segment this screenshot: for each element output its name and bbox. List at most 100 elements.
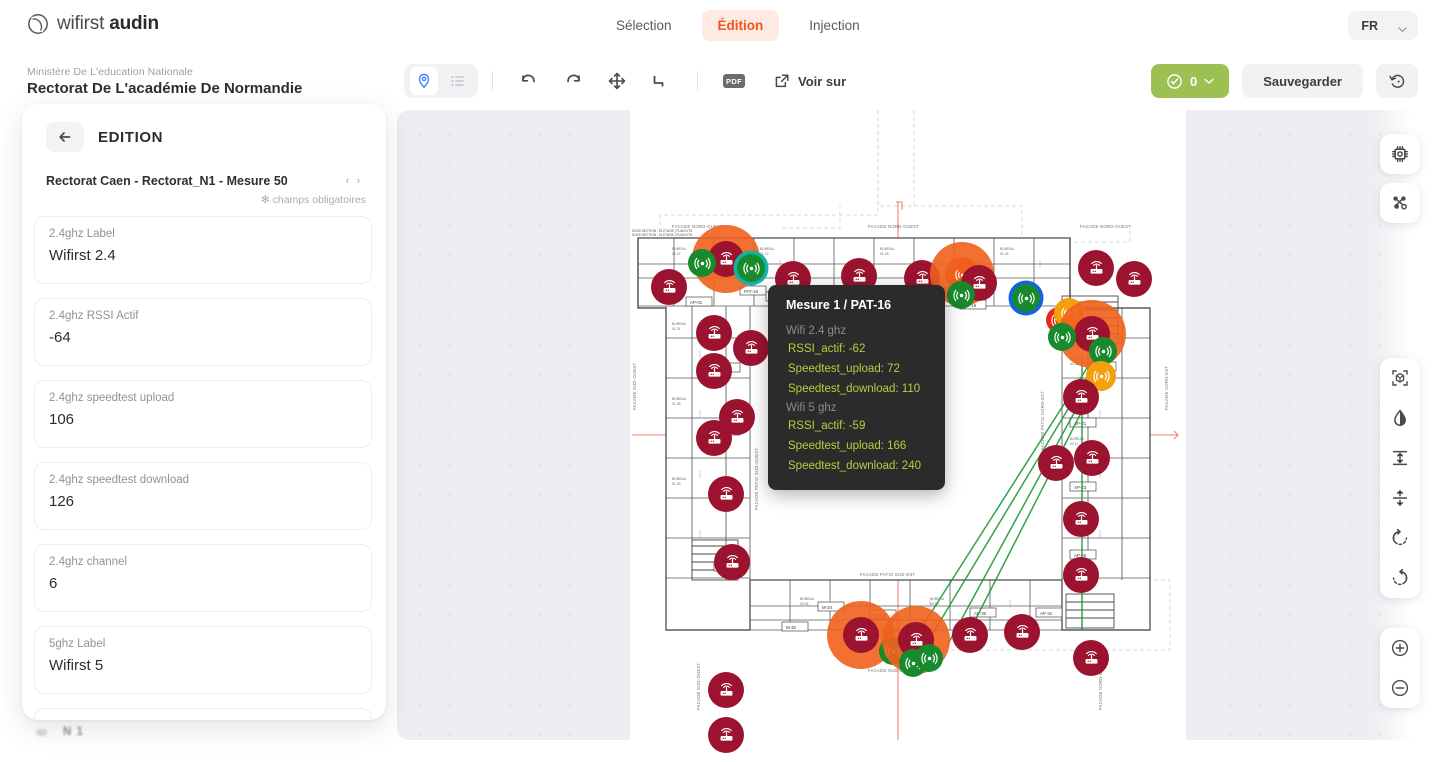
svg-text:BUREAU: BUREAU	[800, 597, 815, 601]
map-marker[interactable]	[708, 476, 744, 512]
map-marker[interactable]	[688, 249, 716, 277]
export-pdf-button[interactable]: PDF	[719, 66, 749, 96]
cpu-chip-icon	[1392, 146, 1408, 162]
list-view-button[interactable]	[444, 67, 472, 95]
map-marker[interactable]	[843, 617, 879, 653]
move-button[interactable]	[602, 66, 632, 96]
tooltip-title: Mesure 1 / PAT-16	[786, 298, 892, 312]
map-marker[interactable]	[1073, 640, 1109, 676]
form-field[interactable]: 2.4ghz RSSI Actif -64	[34, 298, 372, 366]
map-marker[interactable]	[947, 281, 975, 309]
field-value[interactable]: 6	[49, 575, 357, 592]
field-label: 2.4ghz channel	[49, 556, 128, 568]
polyline-icon	[653, 75, 664, 87]
form-field[interactable]: 2.4ghz speedtest download 126	[34, 462, 372, 530]
form-field[interactable]: 5ghz Label Wifirst 5	[34, 626, 372, 694]
field-value[interactable]: 126	[49, 493, 357, 510]
map-marker[interactable]	[696, 420, 732, 456]
brand-text: wifirst audin	[57, 13, 159, 35]
contrast-button[interactable]	[1380, 398, 1420, 438]
check-circle-icon	[1167, 73, 1182, 89]
map-marker[interactable]	[1012, 284, 1040, 312]
field-value[interactable]: -64	[49, 329, 357, 346]
map-marker[interactable]	[651, 269, 687, 305]
undo-button[interactable]	[514, 66, 544, 96]
facade-label: FACADE NORD-EST	[1164, 366, 1169, 410]
tooltip-row-5-rssi: RSSI_actif: -59	[788, 420, 866, 432]
save-button[interactable]: Sauvegarder	[1242, 64, 1363, 98]
nav-item-selection[interactable]: Sélection	[600, 10, 688, 41]
back-button[interactable]	[46, 122, 84, 152]
form-field[interactable]: 5ghz RSSI actif	[34, 708, 372, 720]
form-field[interactable]: 2.4ghz channel 6	[34, 544, 372, 612]
svg-text:BUREAU: BUREAU	[672, 397, 687, 401]
language-selector[interactable]: FR	[1348, 11, 1418, 40]
map-marker[interactable]	[1038, 445, 1074, 481]
toolbar-divider-1	[492, 71, 493, 91]
map-marker[interactable]	[1063, 501, 1099, 537]
field-list: 2.4ghz Label Wifirst 2.4 2.4ghz RSSI Actif…	[22, 216, 386, 720]
rotate-cw-button[interactable]	[1380, 518, 1420, 558]
facade-label: FACADE SUD-OUEST	[696, 662, 701, 710]
map-marker[interactable]	[1074, 440, 1110, 476]
network-graph-button[interactable]	[1380, 183, 1420, 223]
panel-subtitle-row: Rectorat Caen - Rectorat_N1 - Mesure 50 …	[46, 174, 362, 188]
map-marker[interactable]	[708, 717, 744, 753]
zoom-controls	[1380, 628, 1420, 708]
tooltip-row-24-rssi: RSSI_actif: -62	[788, 343, 866, 355]
field-value[interactable]: Wifirst 2.4	[49, 247, 357, 264]
facade-label: FACADE NORD-OUEST	[1080, 224, 1131, 229]
chevron-down-icon	[1398, 21, 1407, 33]
record-pager[interactable]: ‹ ›	[346, 175, 362, 187]
map-marker[interactable]	[1063, 557, 1099, 593]
svg-text:01.31: 01.31	[672, 327, 681, 331]
align-vertical-button[interactable]	[1380, 438, 1420, 478]
field-label: 2.4ghz Label	[49, 228, 115, 240]
nav-item-edition[interactable]: Édition	[701, 10, 780, 41]
svg-text:01.35: 01.35	[672, 402, 681, 406]
svg-text:BUREAU: BUREAU	[672, 247, 687, 251]
rotate-ccw-button[interactable]	[1380, 558, 1420, 598]
form-field[interactable]: 2.4ghz Label Wifirst 2.4	[34, 216, 372, 284]
transform-tool-group	[1380, 358, 1420, 598]
map-marker[interactable]	[737, 254, 765, 282]
field-label: 2.4ghz RSSI Actif	[49, 310, 139, 322]
map-marker[interactable]	[952, 617, 988, 653]
svg-text:BUREAU: BUREAU	[672, 322, 687, 326]
map-marker[interactable]	[708, 672, 744, 708]
map-marker[interactable]	[696, 353, 732, 389]
chip-settings-button[interactable]	[1380, 134, 1420, 174]
form-field[interactable]: 2.4ghz speedtest upload 106	[34, 380, 372, 448]
brand-logo[interactable]: wifirst audin	[27, 13, 159, 35]
polyline-button[interactable]	[646, 66, 676, 96]
field-value[interactable]: Wifirst 5	[49, 657, 357, 674]
zoom-in-button[interactable]	[1380, 628, 1420, 668]
field-value[interactable]: 106	[49, 411, 357, 428]
view-on-button[interactable]: Voir sur	[774, 73, 846, 89]
history-button[interactable]	[1376, 64, 1418, 98]
map-marker[interactable]	[696, 315, 732, 351]
map-marker[interactable]	[1116, 261, 1152, 297]
map-marker[interactable]	[915, 644, 943, 672]
validated-count-button[interactable]: 0	[1151, 64, 1230, 98]
zoom-out-button[interactable]	[1380, 668, 1420, 708]
map-marker[interactable]	[1004, 614, 1040, 650]
map-pin-view-button[interactable]	[410, 67, 438, 95]
split-vertical-button[interactable]	[1380, 478, 1420, 518]
layer-pill-icon	[36, 728, 47, 736]
map-marker[interactable]	[714, 544, 750, 580]
map-marker[interactable]	[1078, 250, 1114, 286]
layer-chip[interactable]: N 1	[36, 726, 84, 738]
svg-text:BUREAU: BUREAU	[672, 477, 687, 481]
field-label: 2.4ghz speedtest download	[49, 474, 190, 486]
pdf-badge: PDF	[723, 74, 745, 88]
bounding-box-button[interactable]	[1380, 358, 1420, 398]
redo-button[interactable]	[558, 66, 588, 96]
map-marker[interactable]	[1063, 379, 1099, 415]
layer-label: N 1	[63, 726, 84, 738]
panel-subtitle: Rectorat Caen - Rectorat_N1 - Mesure 50	[46, 174, 288, 188]
edition-panel: EDITION Rectorat Caen - Rectorat_N1 - Me…	[22, 104, 386, 720]
map-marker[interactable]	[733, 330, 769, 366]
map-marker[interactable]	[1048, 323, 1076, 351]
nav-item-injection[interactable]: Injection	[793, 10, 875, 41]
